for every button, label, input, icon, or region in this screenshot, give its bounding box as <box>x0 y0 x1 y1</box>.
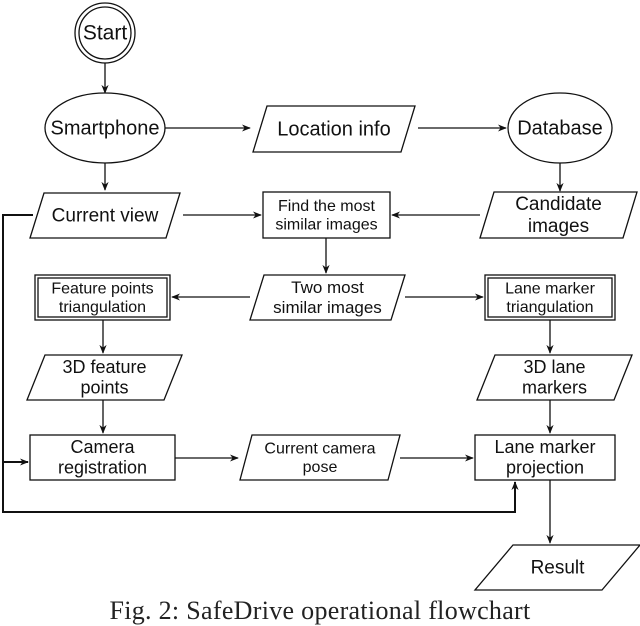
node-label: markers <box>522 378 587 398</box>
node-label: images <box>528 216 589 237</box>
node-label: triangulation <box>506 299 593 316</box>
node-current-camera-pose: Current camerapose <box>239 434 401 481</box>
node-label: Start <box>83 22 128 45</box>
node-database: Database <box>507 92 613 164</box>
node-label: Result <box>531 558 586 579</box>
node-smartphone: Smartphone <box>44 92 166 164</box>
node-label: Smartphone <box>51 117 160 139</box>
node-label: 3D feature <box>62 357 146 377</box>
node-find-similar: Find the mostsimilar images <box>262 191 391 239</box>
node-location-info: Location info <box>252 105 416 153</box>
node-label: Feature points <box>51 281 153 298</box>
node-lane-triangulation: Lane markertriangulation <box>484 274 616 321</box>
node-label: projection <box>506 458 584 478</box>
node-label: Lane marker <box>494 437 595 457</box>
nodes: Start Smartphone Location info Database Curr… <box>26 2 640 591</box>
node-label: Location info <box>277 118 390 140</box>
node-label: similar images <box>275 216 377 233</box>
node-label: Current camera <box>264 441 375 458</box>
node-current-view: Current view <box>29 192 181 239</box>
node-label: Candidate <box>515 194 602 215</box>
node-label: Two most <box>291 278 364 297</box>
flowchart: Start Smartphone Location info Database Curr… <box>2 2 640 591</box>
node-result: Result <box>473 544 640 591</box>
node-candidate-images: Candidateimages <box>479 191 638 239</box>
node-camera-registration: Cameraregistration <box>29 434 176 481</box>
node-label: Find the most <box>278 198 375 215</box>
node-two-similar: Two mostsimilar images <box>249 274 406 321</box>
node-start: Start <box>74 2 136 64</box>
node-lane-projection: Lane markerprojection <box>474 434 616 481</box>
figure-caption: Fig. 2: SafeDrive operational flowchart <box>109 596 531 625</box>
node-label: Camera <box>70 437 135 457</box>
node-3d-feature-points: 3D featurepoints <box>26 354 183 401</box>
node-label: Database <box>517 117 603 139</box>
node-label: 3D lane <box>523 357 585 377</box>
edge-current-view-to-camera-registration <box>2 214 33 466</box>
node-label: Current view <box>52 206 159 227</box>
node-label: registration <box>58 458 147 478</box>
node-label: similar images <box>273 298 382 317</box>
node-label: points <box>80 378 128 398</box>
node-feature-triangulation: Feature pointstriangulation <box>34 274 171 321</box>
node-3d-lane-markers: 3D lanemarkers <box>476 354 633 401</box>
node-label: triangulation <box>59 299 146 316</box>
node-label: pose <box>303 459 338 476</box>
node-label: Lane marker <box>505 281 595 298</box>
